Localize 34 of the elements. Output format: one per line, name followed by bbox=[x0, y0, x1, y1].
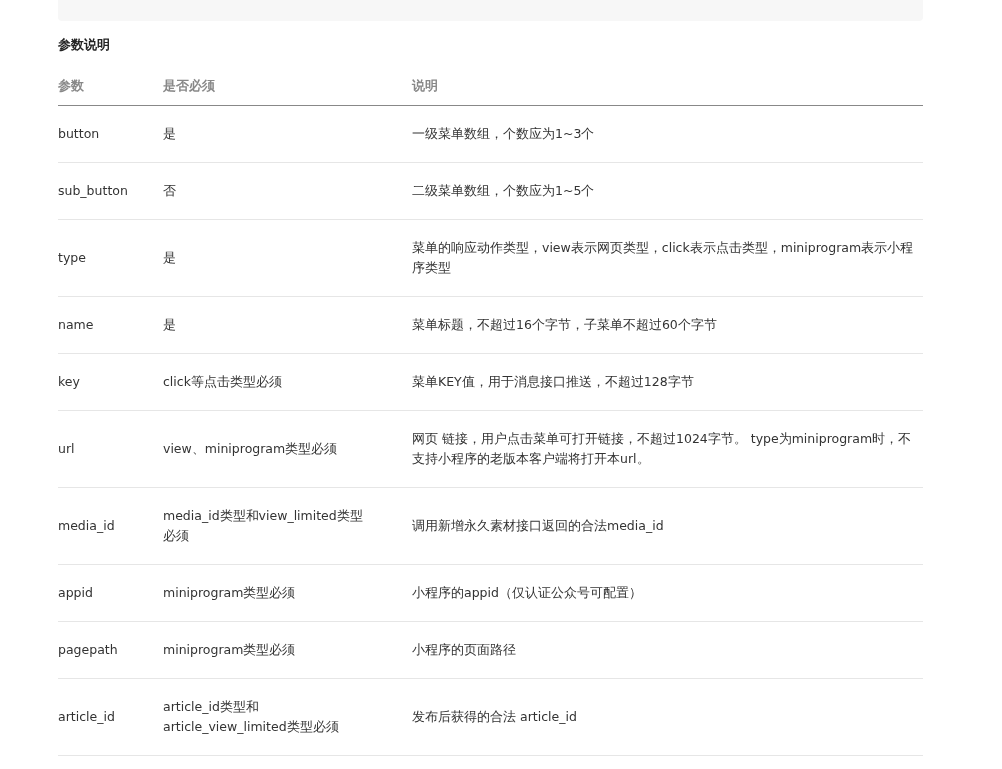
column-header: 参数 bbox=[58, 66, 163, 106]
table-cell: sub_button bbox=[58, 162, 163, 220]
table-cell: 是 bbox=[163, 219, 412, 297]
table-cell: view、miniprogram类型必须 bbox=[163, 410, 412, 488]
table-cell: type bbox=[58, 219, 163, 297]
table-cell: 小程序的appid（仅认证公众号可配置） bbox=[412, 564, 923, 622]
table-cell: button bbox=[58, 105, 163, 163]
table-cell: article_id类型和article_view_limited类型必须 bbox=[163, 678, 412, 756]
table-cell: 网页 链接，用户点击菜单可打开链接，不超过1024字节。 type为miniprogram时，不支持小程序的老版本客户端将打开本url。 bbox=[412, 410, 923, 488]
table-cell: miniprogram类型必须 bbox=[163, 564, 412, 622]
table-cell: 是 bbox=[163, 105, 412, 163]
table-cell: 发布后获得的合法 article_id bbox=[412, 678, 923, 756]
section-title: 参数说明 bbox=[58, 36, 111, 54]
table-cell: 小程序的页面路径 bbox=[412, 621, 923, 679]
table-cell: 菜单的响应动作类型，view表示网页类型，click表示点击类型，miniprogram表示小程序类型 bbox=[412, 219, 923, 297]
table-cell: pagepath bbox=[58, 621, 163, 679]
table-cell: 二级菜单数组，个数应为1~5个 bbox=[412, 162, 923, 220]
table-cell: url bbox=[58, 410, 163, 488]
table-cell: 调用新增永久素材接口返回的合法media_id bbox=[412, 487, 923, 565]
table-cell: 否 bbox=[163, 162, 412, 220]
table-cell: miniprogram类型必须 bbox=[163, 621, 412, 679]
column-header: 是否必须 bbox=[163, 66, 412, 106]
column-header: 说明 bbox=[412, 66, 923, 106]
table-cell: key bbox=[58, 353, 163, 411]
table-cell: click等点击类型必须 bbox=[163, 353, 412, 411]
table-cell: 菜单标题，不超过16个字节，子菜单不超过60个字节 bbox=[412, 296, 923, 354]
table-cell: media_id类型和view_limited类型必须 bbox=[163, 487, 412, 565]
table-cell: media_id bbox=[58, 487, 163, 565]
table-cell: 一级菜单数组，个数应为1~3个 bbox=[412, 105, 923, 163]
table-cell: appid bbox=[58, 564, 163, 622]
table-cell: article_id bbox=[58, 678, 163, 756]
table-cell: name bbox=[58, 296, 163, 354]
table-cell: 菜单KEY值，用于消息接口推送，不超过128字节 bbox=[412, 353, 923, 411]
table-cell: 是 bbox=[163, 296, 412, 354]
